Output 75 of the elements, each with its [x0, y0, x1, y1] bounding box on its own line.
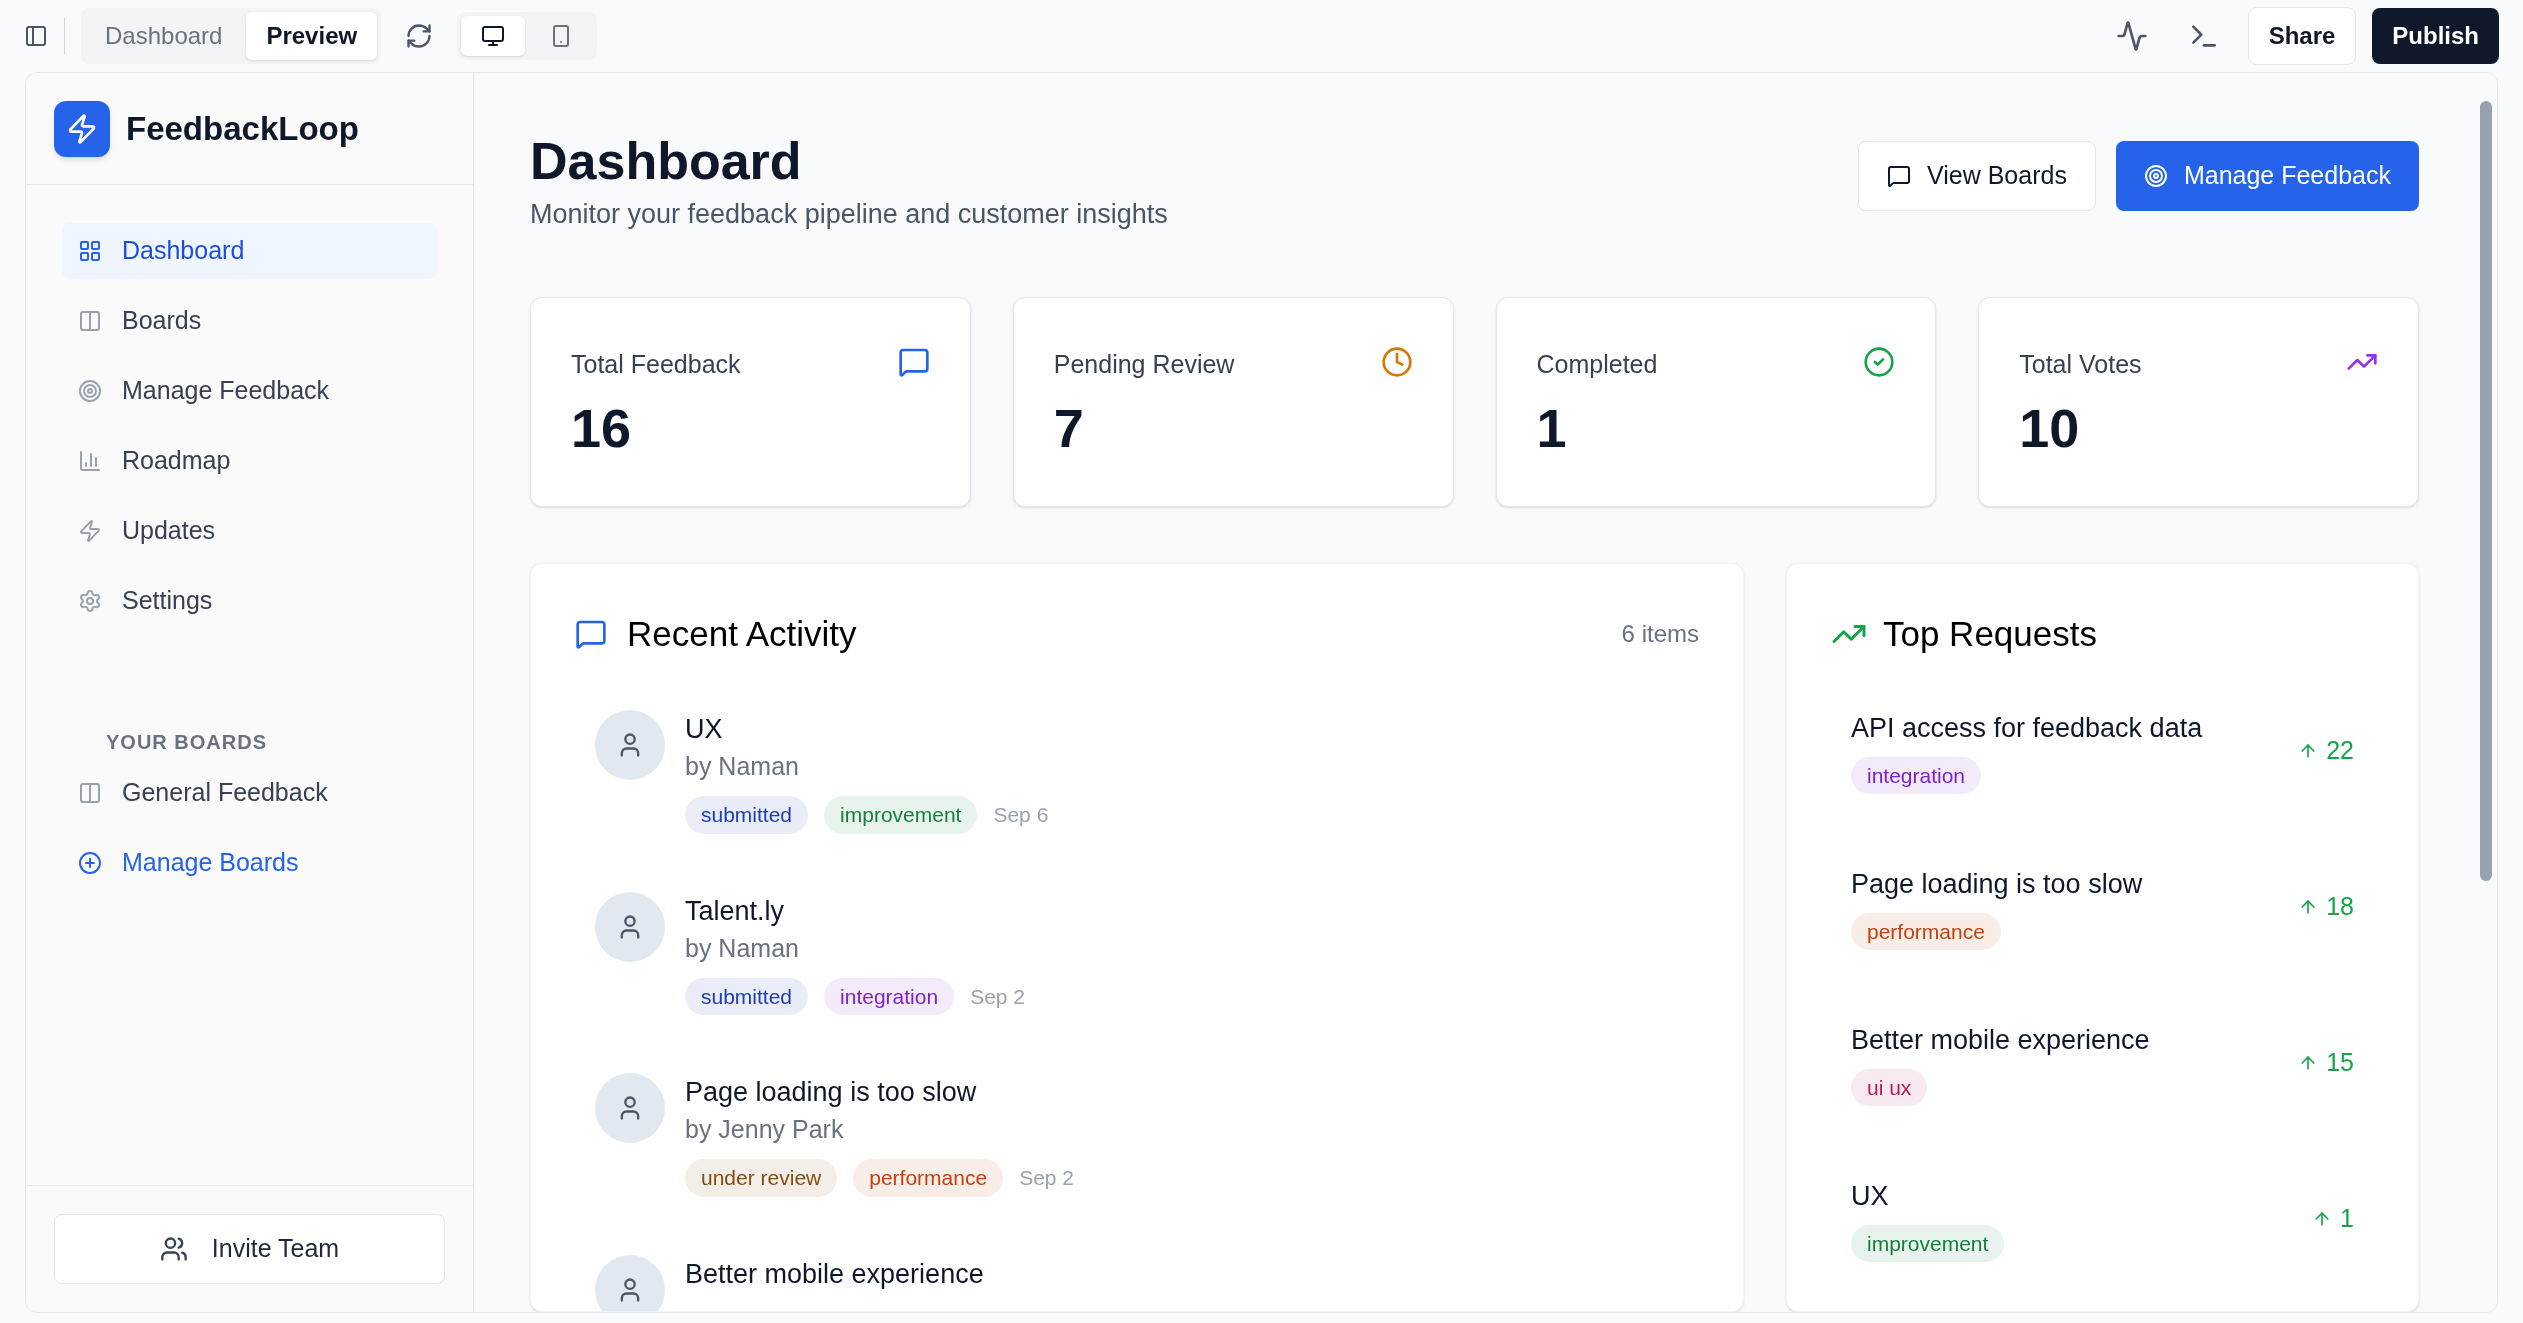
manage-boards-link[interactable]: Manage Boards	[62, 835, 437, 891]
activity-title: Page loading is too slow	[685, 1076, 978, 1109]
page-subtitle: Monitor your feedback pipeline and customer insights	[530, 198, 1168, 231]
columns-icon	[78, 309, 102, 333]
vote-number: 1	[2340, 1203, 2354, 1235]
settings-icon	[78, 589, 102, 613]
activity-author: by Jenny Park	[685, 1114, 845, 1145]
toolbar-tab[interactable]: Dashboard	[85, 12, 243, 60]
board-item[interactable]: General Feedback	[62, 765, 437, 821]
nav-item[interactable]: Updates	[62, 503, 437, 559]
stat-value: 7	[1053, 397, 1085, 460]
plus-circle-icon	[78, 851, 102, 875]
desktop-view-button[interactable]	[461, 16, 526, 56]
stat-label: Completed	[1536, 348, 1658, 380]
nav-item[interactable]: Boards	[62, 293, 437, 349]
tag: improvement	[1850, 1224, 2005, 1262]
activity-author: by Naman	[685, 932, 800, 964]
columns-icon	[78, 781, 102, 805]
stat-label: Total Feedback	[571, 348, 741, 380]
view-boards-button[interactable]: View Boards	[1858, 141, 2096, 211]
pulse-icon[interactable]	[2115, 20, 2148, 52]
target-icon	[2143, 164, 2168, 188]
invite-team-button[interactable]: Invite Team	[54, 1214, 445, 1284]
stat-value: 10	[2019, 397, 2081, 460]
nav-item[interactable]: Dashboard	[62, 223, 437, 279]
grid-icon	[78, 239, 102, 263]
activity-title: Better mobile experience	[685, 1257, 984, 1291]
logo-icon	[54, 100, 110, 157]
nav-item[interactable]: Roadmap	[62, 433, 437, 489]
target-icon	[78, 379, 102, 403]
bar-chart-icon	[78, 449, 102, 473]
tag: submitted	[685, 796, 809, 834]
section-title: YOUR BOARDS	[105, 730, 268, 755]
request-title: Better mobile experience	[1850, 1024, 2150, 1057]
activity-title: UX	[685, 713, 724, 746]
request-title: API access for feedback data	[1850, 712, 2203, 745]
chat-bubble-icon	[1887, 164, 1911, 188]
activity-title: Talent.ly	[685, 894, 786, 928]
stat-label: Pending Review	[1053, 348, 1235, 380]
stat-label: Total Votes	[2019, 348, 2142, 380]
manage-feedback-button[interactable]: Manage Feedback	[2115, 141, 2419, 211]
tag: under review	[685, 1159, 838, 1197]
stat-value: 16	[571, 397, 633, 460]
activity-author: by Naman	[685, 751, 800, 782]
tag: integration	[1850, 756, 1982, 794]
vote-number: 18	[2326, 891, 2354, 923]
item-count: 6 items	[1621, 618, 1699, 649]
share-button[interactable]: Share	[2247, 7, 2357, 65]
refresh-icon[interactable]	[405, 22, 434, 50]
tag: submitted	[685, 977, 809, 1015]
stat-value: 1	[1536, 397, 1568, 460]
activity-date: Sep 2	[970, 983, 1025, 1010]
card-title: Recent Activity	[627, 612, 857, 655]
publish-button[interactable]: Publish	[2372, 8, 2499, 64]
sidebar-toggle-icon[interactable]	[24, 24, 48, 48]
tag: performance	[1850, 912, 2001, 950]
nav-item[interactable]: Settings	[62, 573, 437, 629]
lightning-icon	[78, 519, 102, 543]
nav-item[interactable]: Manage Feedback	[62, 363, 437, 419]
vote-number: 22	[2326, 735, 2354, 767]
tag: performance	[853, 1159, 1004, 1197]
toolbar-tab[interactable]: Preview	[246, 12, 378, 60]
brand-name: FeedbackLoop	[126, 108, 359, 149]
vote-number: 15	[2326, 1047, 2354, 1079]
card-title: Top Requests	[1882, 612, 2097, 655]
tag: ui ux	[1850, 1068, 1928, 1106]
activity-date: Sep 6	[993, 802, 1049, 828]
page-title: Dashboard	[530, 131, 803, 192]
request-title: Page loading is too slow	[1850, 868, 2143, 901]
tag: improvement	[824, 796, 978, 834]
request-title: UX	[1850, 1180, 1889, 1213]
users-icon	[159, 1235, 188, 1263]
tag: integration	[824, 977, 955, 1015]
activity-date: Sep 2	[1019, 1165, 1074, 1191]
monitor-icon	[481, 24, 506, 48]
